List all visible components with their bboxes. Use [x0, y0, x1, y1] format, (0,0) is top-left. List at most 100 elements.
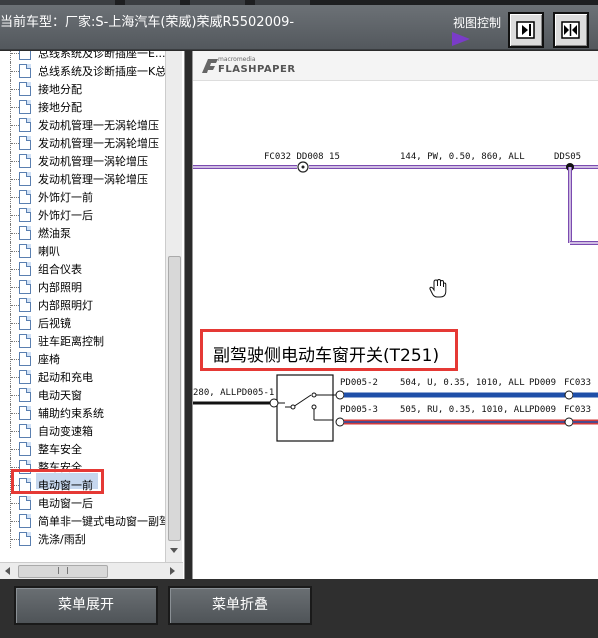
wire-label-top-left: FC032 DD008 15: [264, 152, 340, 162]
document-icon: [19, 388, 31, 402]
document-icon: [19, 154, 31, 168]
arrow-to-bar-icon: [516, 21, 535, 39]
logo-small-text: macromedia: [218, 56, 256, 63]
tree-item[interactable]: 发动机管理一无涡轮增压: [0, 134, 165, 152]
wire-label-top-mid: 144, PW, 0.50, 860, ALL: [400, 152, 525, 162]
document-icon: [19, 514, 31, 528]
connector-pin-icon: [335, 417, 345, 427]
scroll-left-icon[interactable]: [5, 567, 10, 575]
play-arrow-icon[interactable]: [452, 32, 470, 46]
pin3-spec: 505, RU, 0.35, 1010, ALL: [400, 405, 530, 415]
tree-item[interactable]: 驻车距离控制: [0, 332, 165, 350]
horizontal-scrollbar[interactable]: [0, 562, 183, 579]
tree-item[interactable]: 简单非一键式电动窗一副驾: [0, 512, 165, 530]
bottom-bar: 菜单展开 菜单折叠: [0, 579, 598, 638]
document-icon: [19, 370, 31, 384]
tree-item[interactable]: 起动和充电: [0, 368, 165, 386]
document-icon: [19, 334, 31, 348]
top-tab-strip: [0, 0, 598, 5]
wire-label-top-right: DDS05: [554, 152, 581, 162]
tree-item[interactable]: 自动变速箱: [0, 422, 165, 440]
expand-view-button[interactable]: [508, 12, 544, 48]
tree-item-label: 内部照明灯: [38, 299, 93, 312]
tree-item-label: 发动机管理一涡轮增压: [38, 155, 148, 168]
tree-item-label: 整车安全: [38, 443, 82, 456]
pin2-spec: 504, U, 0.35, 1010, ALL: [400, 378, 525, 388]
tree-item-label: 燃油泵: [38, 227, 71, 240]
tree-item[interactable]: 整车安全: [0, 440, 165, 458]
pin2-label: PD005-2: [340, 378, 378, 388]
tree-item-label: 辅助约束系统: [38, 407, 104, 420]
tree-item-label: 组合仪表: [38, 263, 82, 276]
tree-item-label: 发动机管理一无涡轮增压: [38, 137, 159, 150]
tree-item-label: 驻车距离控制: [38, 335, 104, 348]
scroll-grip-icon: [58, 567, 68, 574]
tree-item-label: 起动和充电: [38, 371, 93, 384]
scroll-down-icon[interactable]: [170, 548, 178, 553]
tree-item[interactable]: 外饰灯一前: [0, 188, 165, 206]
tree-item-label: 总线系统及诊断插座一K总: [38, 65, 165, 78]
tree-item[interactable]: 接地分配: [0, 80, 165, 98]
tree-item[interactable]: 内部照明: [0, 278, 165, 296]
tree-item-label: 自动变速箱: [38, 425, 93, 438]
tree-item[interactable]: 发动机管理一涡轮增压: [0, 170, 165, 188]
tree-item[interactable]: 后视镜: [0, 314, 165, 332]
switch-box: [276, 374, 334, 442]
vertical-scroll-thumb[interactable]: [168, 256, 181, 541]
tree-item[interactable]: 座椅: [0, 350, 165, 368]
pin3-end1: PD009: [529, 405, 556, 415]
tree-item-label: 发动机管理一涡轮增压: [38, 173, 148, 186]
split-arrows-icon: [561, 21, 580, 39]
document-icon: [19, 406, 31, 420]
document-icon: [19, 136, 31, 150]
tree-item[interactable]: 喇叭: [0, 242, 165, 260]
document-icon: [19, 532, 31, 546]
tree-item[interactable]: 接地分配: [0, 98, 165, 116]
tree-item-label: 喇叭: [38, 245, 60, 258]
tree-item[interactable]: 燃油泵: [0, 224, 165, 242]
tree-item[interactable]: 总线系统及诊断插座一E...: [0, 51, 165, 62]
pin3-end2: FC033: [564, 405, 591, 415]
collapse-menu-button[interactable]: 菜单折叠: [168, 586, 312, 625]
tree-item[interactable]: 发动机管理一无涡轮增压: [0, 116, 165, 134]
tree-item[interactable]: 辅助约束系统: [0, 404, 165, 422]
selected-item-highlight: [11, 469, 104, 494]
view-control-label: 视图控制: [453, 16, 502, 30]
split-view-button[interactable]: [553, 12, 589, 48]
document-icon: [19, 496, 31, 510]
tree-item[interactable]: 电动天窗: [0, 386, 165, 404]
document-icon: [19, 190, 31, 204]
tree-item[interactable]: 总线系统及诊断插座一K总: [0, 62, 165, 80]
tree-item-label: 座椅: [38, 353, 60, 366]
pin3-label: PD005-3: [340, 405, 378, 415]
document-icon: [19, 280, 31, 294]
component-title-box: 副驾驶侧电动车窗开关(T251): [200, 329, 458, 371]
tree-item[interactable]: 组合仪表: [0, 260, 165, 278]
logo-big-text: FLASHPAPER: [218, 64, 296, 75]
flashpaper-logo-icon: [202, 59, 218, 73]
document-icon: [19, 51, 31, 60]
document-icon: [19, 226, 31, 240]
document-icon: [19, 424, 31, 438]
tree-item[interactable]: 发动机管理一涡轮增压: [0, 152, 165, 170]
document-icon: [19, 316, 31, 330]
current-car-model: 当前车型：厂家:S-上海汽车(荣威)荣威R5502009-: [0, 15, 295, 30]
pin2-end1: PD009: [529, 378, 556, 388]
document-icon: [19, 172, 31, 186]
tree-item[interactable]: 外饰灯一后: [0, 206, 165, 224]
document-icon: [19, 352, 31, 366]
tree-item-label: 总线系统及诊断插座一E...: [38, 51, 165, 60]
document-icon: [19, 298, 31, 312]
expand-menu-button[interactable]: 菜单展开: [14, 586, 158, 625]
tree-item-label: 电动窗一后: [38, 497, 93, 510]
tree-item[interactable]: 内部照明灯: [0, 296, 165, 314]
document-icon: [19, 244, 31, 258]
tree-item[interactable]: 电动窗一后: [0, 494, 165, 512]
hand-cursor-icon: [429, 279, 447, 298]
tree-item-label: 洗涤/雨刮: [38, 533, 86, 546]
diagram-viewer[interactable]: macromedia FLASHPAPER FC032 DD008 15 144…: [192, 51, 598, 579]
scroll-right-icon[interactable]: [170, 567, 175, 575]
vertical-scrollbar[interactable]: [165, 51, 182, 563]
tree-item[interactable]: 洗涤/雨刮: [0, 530, 165, 548]
header-bar: 当前车型：厂家:S-上海汽车(荣威)荣威R5502009- 视图控制: [0, 0, 598, 50]
